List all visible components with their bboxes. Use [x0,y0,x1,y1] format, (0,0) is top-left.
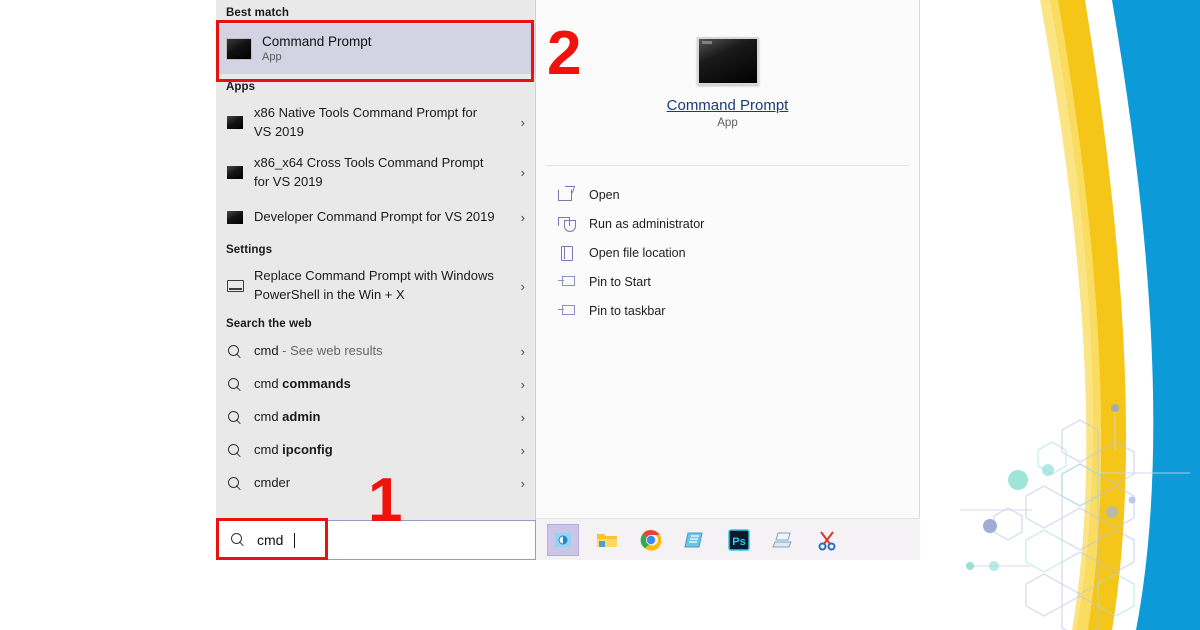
annotation-number-2: 2 [547,19,582,88]
search-icon [226,344,244,359]
list-item-app-3[interactable]: Developer Command Prompt for VS 2019 › [216,197,535,237]
task-view-icon[interactable] [547,523,579,556]
chevron-right-icon[interactable]: › [511,410,525,425]
list-item-web-2[interactable]: cmd commands › [216,368,535,401]
screenshot-root: Best match Command Prompt App Apps x86 N… [0,0,1200,630]
file-explorer-icon[interactable] [592,525,622,555]
list-item-web-3[interactable]: cmd admin › [216,401,535,434]
search-icon [226,377,244,392]
search-input-value: cmd [257,532,284,548]
action-run-as-administrator[interactable]: Run as administrator [558,209,919,238]
chevron-right-icon[interactable]: › [511,377,525,392]
action-pin-to-start[interactable]: Pin to Start [558,267,919,296]
pin-icon [558,302,575,319]
group-header-best-match: Best match [226,7,289,19]
list-item-label: cmd - See web results [254,343,383,359]
command-prompt-icon [226,116,244,130]
action-pin-to-taskbar[interactable]: Pin to taskbar [558,296,919,325]
annotation-number-1: 1 [368,466,403,535]
best-match-row[interactable]: Command Prompt App [216,24,535,74]
list-item-label: x86_x64 Cross Tools Command Prompt for V… [254,154,484,189]
google-chrome-icon[interactable] [636,525,666,555]
list-item-web-4[interactable]: cmd ipconfig › [216,434,535,467]
search-icon [226,410,244,425]
list-item-app-1[interactable]: x86 Native Tools Command Prompt for VS 2… [216,98,535,148]
action-label: Open [589,187,620,202]
group-header-settings: Settings [226,244,273,257]
list-item-setting-1[interactable]: Replace Command Prompt with Windows Powe… [216,261,535,311]
preview-header: Command Prompt App [536,0,919,165]
command-prompt-icon [226,210,244,224]
list-item-label: Replace Command Prompt with Windows Powe… [254,268,494,303]
photoshop-icon[interactable]: Ps [724,525,754,555]
search-icon [229,533,247,547]
action-label: Pin to Start [589,274,651,289]
settings-icon [226,280,244,293]
chevron-right-icon[interactable]: › [511,165,525,180]
best-match-subtitle: App [262,50,282,63]
best-match-title: Command Prompt [262,33,372,49]
list-item-label: cmd ipconfig [254,442,333,458]
brand-swoosh [1040,0,1200,630]
preview-title[interactable]: Command Prompt [667,97,789,114]
folder-location-icon [558,244,575,261]
list-item-label: Developer Command Prompt for VS 2019 [254,208,495,224]
search-icon [226,443,244,458]
preview-subtitle: App [717,116,738,129]
group-header-search-the-web: Search the web [226,318,312,331]
footer: iCT SAI GON 0938.928.258 0906.652.739 ic… [0,560,1200,630]
chevron-right-icon[interactable]: › [511,476,525,491]
action-label: Run as administrator [589,216,705,231]
app-actions-list: Open Run as administrator Open file loca… [536,166,919,325]
pin-icon [558,273,575,290]
action-open[interactable]: Open [558,180,919,209]
sticky-notes-icon[interactable] [680,525,710,555]
group-header-apps: Apps [226,81,256,93]
chevron-right-icon[interactable]: › [511,344,525,359]
list-item-label: x86 Native Tools Command Prompt for VS 2… [254,105,478,139]
taskbar: Ps [536,518,920,560]
action-open-file-location[interactable]: Open file location [558,238,919,267]
search-icon [226,476,244,491]
app-preview-pane: Command Prompt App Open Run as administr… [536,0,920,560]
chevron-right-icon[interactable]: › [511,443,525,458]
list-item-web-1[interactable]: cmd - See web results › [216,335,535,368]
scanner-icon[interactable] [768,525,798,555]
action-label: Open file location [589,245,686,260]
command-prompt-icon [226,166,244,180]
shield-icon [558,215,576,232]
list-item-label: cmd admin [254,409,321,425]
chevron-right-icon[interactable]: › [511,210,525,225]
chevron-right-icon[interactable]: › [511,115,525,130]
svg-text:Ps: Ps [732,536,745,548]
snipping-tool-icon[interactable] [812,525,842,555]
action-label: Pin to taskbar [589,303,666,318]
command-prompt-icon [226,38,252,60]
list-item-app-2[interactable]: x86_x64 Cross Tools Command Prompt for V… [216,148,535,198]
chevron-right-icon[interactable]: › [511,279,525,294]
text-caret [294,532,296,548]
open-window-icon [558,186,575,203]
list-item-label: cmd commands [254,376,351,392]
command-prompt-icon [696,36,759,85]
